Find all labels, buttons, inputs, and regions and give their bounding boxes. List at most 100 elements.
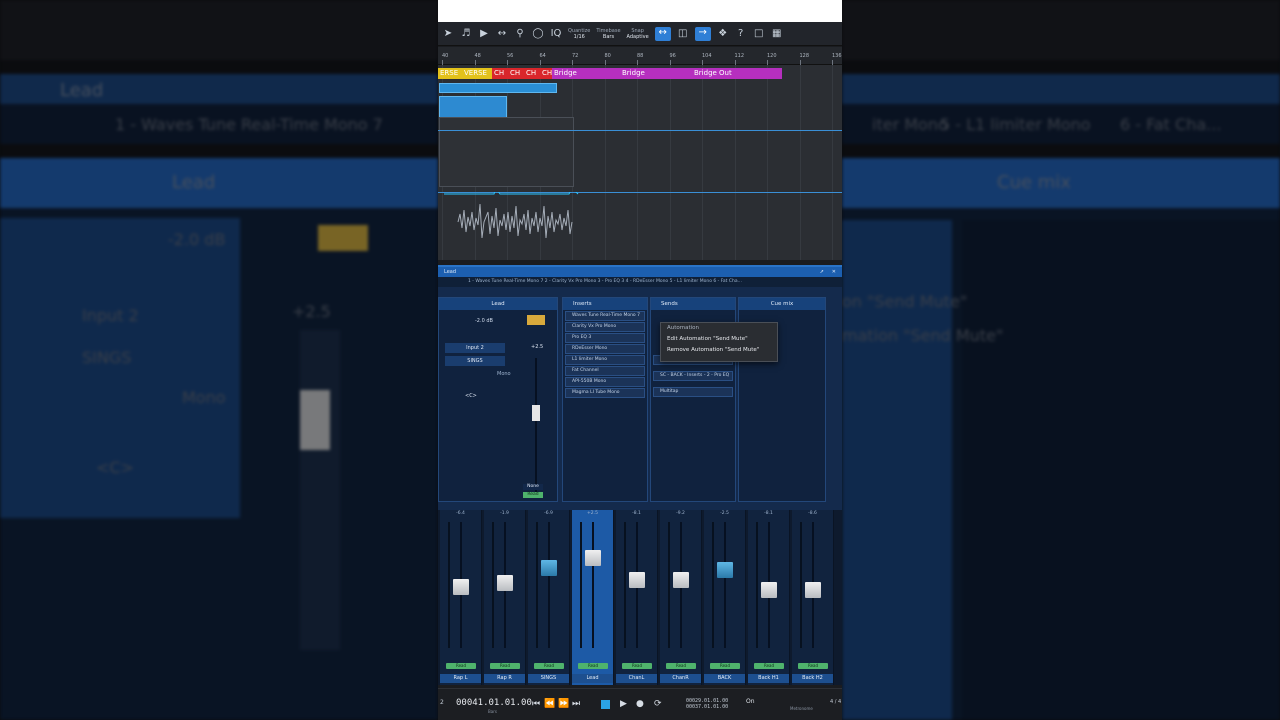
channel-fader[interactable] xyxy=(541,559,557,576)
arranger-section[interactable]: Bridge xyxy=(620,68,692,79)
channel-strip[interactable]: -6.4 Read Rap L xyxy=(440,510,482,685)
send-slot[interactable]: SC - BACK - Inserts - 2 - Pro EQ xyxy=(653,371,733,381)
channel-strip[interactable]: -9.2 Read ChanR xyxy=(660,510,702,685)
event-row-1[interactable] xyxy=(439,83,557,93)
insert-slot[interactable]: L1 limiter Mono xyxy=(565,355,645,365)
input-select[interactable]: Input 2 xyxy=(445,343,505,353)
channel-name[interactable]: ChanL xyxy=(616,674,657,683)
insert-slot[interactable]: Waves Tune Real-Time Mono 7 xyxy=(565,311,645,321)
time-signature[interactable]: 4 / 4 xyxy=(830,699,841,705)
arranger-section[interactable]: ERSE xyxy=(438,68,462,79)
read-button[interactable]: Read xyxy=(523,492,543,498)
arranger-section[interactable]: Bridge xyxy=(552,68,620,79)
autoscroll-icon[interactable]: → xyxy=(694,26,711,41)
channel-strip[interactable]: +2.5 Read Lead xyxy=(572,510,614,685)
read-button[interactable]: Read xyxy=(754,663,784,669)
close-icon[interactable]: ✕ xyxy=(832,267,836,277)
read-button[interactable]: Read xyxy=(578,663,608,669)
read-button[interactable]: Read xyxy=(798,663,828,669)
sync-status[interactable]: On xyxy=(746,698,755,705)
menu-edit-automation[interactable]: Edit Automation "Send Mute" xyxy=(661,334,777,345)
cursor-follow-icon[interactable]: ❖ xyxy=(717,28,729,40)
plugin-strip[interactable]: 1 - Waves Tune Real-Time Mono 7 2 - Clar… xyxy=(438,277,842,287)
locators[interactable]: 00029.01.01.00 00037.01.01.00 xyxy=(686,698,728,710)
arranger-section[interactable]: CH xyxy=(508,68,524,79)
pan-value[interactable]: <C> xyxy=(465,393,477,399)
channel-name[interactable]: SINGS xyxy=(528,674,569,683)
channel-fader[interactable] xyxy=(453,578,469,595)
channel-fader[interactable] xyxy=(673,572,689,589)
metronome-label[interactable]: Metronome xyxy=(790,706,813,711)
arranger-section[interactable]: Bridge Out xyxy=(692,68,782,79)
snap-control[interactable]: Snap Adaptive xyxy=(627,28,649,40)
insert-slot[interactable]: Clarity Vx Pro Mono xyxy=(565,322,645,332)
channel-name[interactable]: Back H2 xyxy=(792,674,833,683)
event-row-2[interactable] xyxy=(439,96,507,118)
channel-name[interactable]: Lead xyxy=(439,298,557,310)
play-tool-icon[interactable]: ▶ xyxy=(478,28,490,40)
solo-button[interactable] xyxy=(527,315,545,325)
loop-button[interactable] xyxy=(601,700,610,709)
channel-strip[interactable]: -2.5 Read BACK xyxy=(704,510,746,685)
channel-strip[interactable]: -8.1 Read Back H1 xyxy=(748,510,790,685)
arranger-section[interactable]: CH xyxy=(492,68,508,79)
loop-icon[interactable]: ⟳ xyxy=(654,699,662,709)
console-icon[interactable]: ▦ xyxy=(771,28,783,40)
channel-name[interactable]: ChanR xyxy=(660,674,701,683)
arranger-section[interactable]: CH xyxy=(540,68,552,79)
listen-icon[interactable]: ◯ xyxy=(532,28,544,40)
end-icon[interactable]: ⏭ xyxy=(572,699,580,709)
quantize-control[interactable]: Quantize 1/16 xyxy=(568,28,590,40)
automation-mode[interactable]: None xyxy=(523,484,543,490)
channel-fader[interactable] xyxy=(629,572,645,589)
read-button[interactable]: Read xyxy=(490,663,520,669)
time-display[interactable]: 00041.01.01.00 xyxy=(456,698,532,708)
audio-waveform[interactable] xyxy=(444,192,594,252)
channel-fader[interactable] xyxy=(805,582,821,599)
gain-value[interactable]: -2.0 dB xyxy=(475,318,493,324)
insert-slot[interactable]: RDeEsser Mono xyxy=(565,344,645,354)
arrange-view[interactable]: ERSE VERSE CH CH CH CH Bridge Bridge Bridge Out xyxy=(438,65,842,260)
channel-name[interactable]: Rap L xyxy=(440,674,481,683)
return-zero-icon[interactable]: ⏮ xyxy=(532,699,540,709)
console-title-bar[interactable]: Lead ➚ ✕ xyxy=(438,267,842,277)
channel-fader[interactable] xyxy=(761,582,777,599)
channel-name[interactable]: Back H1 xyxy=(748,674,789,683)
read-button[interactable]: Read xyxy=(710,663,740,669)
channel-strip[interactable]: -8.6 Read Back H2 xyxy=(792,510,834,685)
rewind-icon[interactable]: ⏪ xyxy=(544,699,555,709)
channel-strip[interactable]: -8.1 Read ChanL xyxy=(616,510,658,685)
pin-icon[interactable]: ➚ xyxy=(820,267,824,277)
channel-strip[interactable]: -6.9 Read SINGS xyxy=(528,510,570,685)
insert-slot[interactable]: API-550B Mono xyxy=(565,377,645,387)
arranger-section[interactable]: CH xyxy=(524,68,540,79)
timeline-ruler[interactable]: 40 48 56 64 72 80 88 96 104 112 120 128 136 xyxy=(438,47,842,65)
read-button[interactable]: Read xyxy=(534,663,564,669)
forward-icon[interactable]: ⏩ xyxy=(558,699,569,709)
timebase-control[interactable]: Timebase Bars xyxy=(596,28,620,40)
channel-name[interactable]: BACK xyxy=(704,674,745,683)
read-button[interactable]: Read xyxy=(446,663,476,669)
channel-name[interactable]: Rap R xyxy=(484,674,525,683)
read-button[interactable]: Read xyxy=(622,663,652,669)
detail-fader[interactable] xyxy=(532,405,540,421)
insert-slot[interactable]: Pro EQ 3 xyxy=(565,333,645,343)
arrow-tool-icon[interactable]: ➤ xyxy=(442,28,454,40)
group-select[interactable]: SINGS xyxy=(445,356,505,366)
help-icon[interactable]: ? xyxy=(735,28,747,40)
split-icon[interactable]: ◫ xyxy=(677,28,689,40)
insert-slot[interactable]: Magma LI Tube Mono xyxy=(565,388,645,398)
channel-name[interactable]: Lead xyxy=(572,674,613,683)
iq-icon[interactable]: IQ xyxy=(550,28,562,40)
range-tool-icon[interactable]: ↔ xyxy=(496,28,508,40)
insert-slot[interactable]: Fat Channel xyxy=(565,366,645,376)
zoom-icon[interactable]: ⚲ xyxy=(514,28,526,40)
channel-fader[interactable] xyxy=(585,549,601,566)
channel-strip[interactable]: -1.9 Read Rap R xyxy=(484,510,526,685)
speaker-icon[interactable]: ♬ xyxy=(460,28,472,40)
record-icon[interactable]: ● xyxy=(636,699,644,709)
channel-fader[interactable] xyxy=(497,574,513,591)
arranger-section[interactable]: VERSE xyxy=(462,68,492,79)
send-slot[interactable]: Multitap xyxy=(653,387,733,397)
play-icon[interactable]: ▶ xyxy=(620,699,627,709)
